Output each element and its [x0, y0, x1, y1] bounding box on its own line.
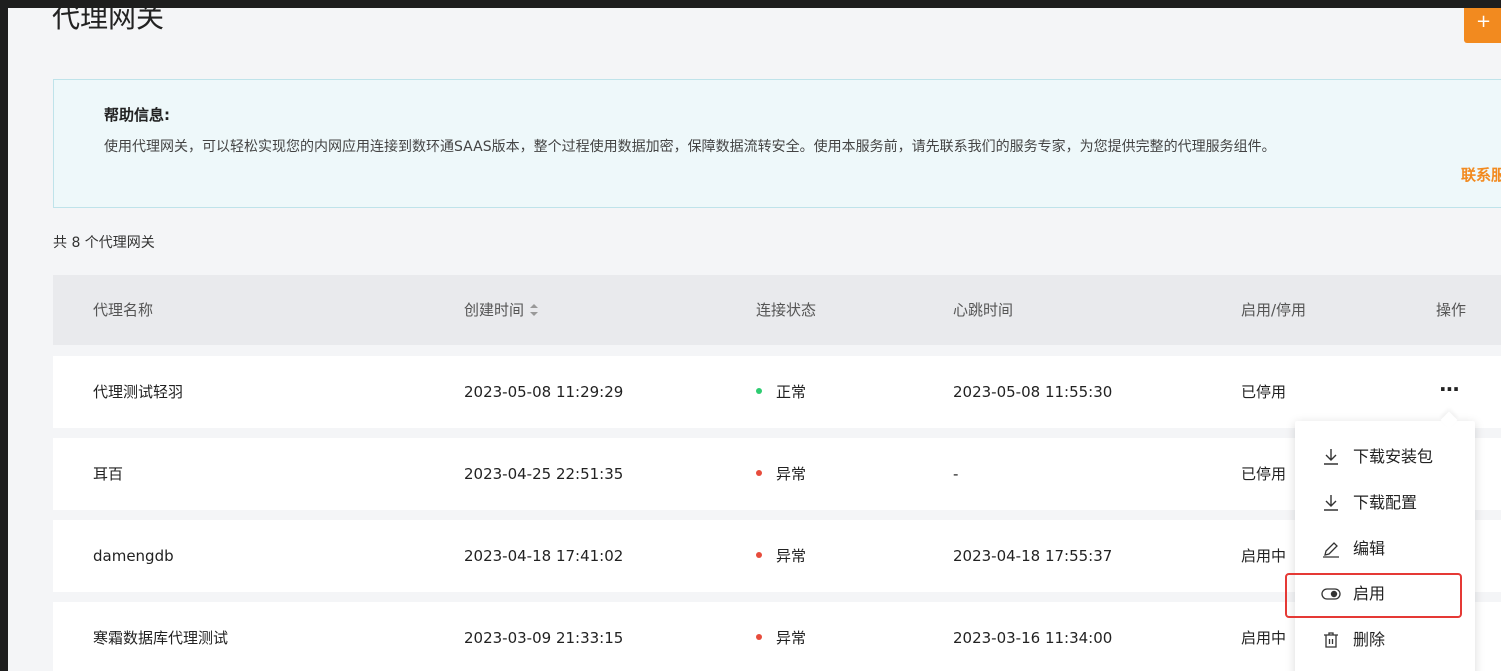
add-gateway-button[interactable]: +: [1464, 8, 1501, 43]
cell-heartbeat: 2023-03-16 11:34:00: [953, 629, 1113, 647]
cell-name: 代理测试轻羽: [93, 383, 184, 401]
cell-enabled: 启用中: [1241, 629, 1287, 647]
column-header-heartbeat: 心跳时间: [953, 301, 1014, 319]
cell-enabled: 已停用: [1241, 383, 1287, 401]
column-header-actions: 操作: [1436, 301, 1467, 319]
status-dot: [756, 469, 762, 476]
cell-created: 2023-04-18 17:41:02: [464, 547, 624, 565]
sort-icon[interactable]: [530, 303, 539, 316]
column-header-name: 代理名称: [93, 301, 154, 319]
contact-service-link[interactable]: 联系服: [1461, 164, 1501, 185]
table-row[interactable]: damengdb 2023-04-18 17:41:02 异常 2023-04-18 …: [53, 520, 1501, 592]
table-row[interactable]: 代理测试轻羽 2023-05-08 11:29:29 正常 2023-05-08 11…: [53, 356, 1501, 428]
pencil-icon: [1321, 526, 1341, 572]
column-header-enabled: 启用/停用: [1241, 301, 1307, 319]
cell-name: 耳百: [93, 465, 124, 483]
cell-created: 2023-03-09 21:33:15: [464, 629, 624, 647]
row-actions-dropdown: 下载安装包 下载配置 编辑 启用 删除: [1295, 421, 1475, 671]
cell-status: 异常: [756, 602, 806, 671]
cell-created: 2023-05-08 11:29:29: [464, 383, 624, 401]
status-dot: [756, 633, 762, 640]
cell-name: 寒霜数据库代理测试: [93, 629, 229, 647]
menu-item-download-package[interactable]: 下载安装包: [1295, 434, 1475, 480]
help-title: 帮助信息:: [104, 106, 170, 124]
table-row[interactable]: 寒霜数据库代理测试 2023-03-09 21:33:15 异常 2023-03-16…: [53, 602, 1501, 671]
status-text: 异常: [776, 629, 807, 647]
cell-created: 2023-04-25 22:51:35: [464, 465, 624, 483]
cell-status: 异常: [756, 438, 806, 510]
help-info-box: 帮助信息: 使用代理网关，可以轻松实现您的内网应用连接到数环通SAAS版本，整个…: [53, 79, 1501, 208]
trash-icon: [1321, 617, 1341, 663]
menu-item-download-config[interactable]: 下载配置: [1295, 480, 1475, 526]
status-dot: [756, 551, 762, 558]
status-text: 正常: [776, 383, 807, 401]
cell-status: 异常: [756, 520, 806, 592]
column-header-status: 连接状态: [756, 301, 817, 319]
cell-heartbeat: 2023-04-18 17:55:37: [953, 547, 1113, 565]
column-header-created[interactable]: 创建时间: [464, 275, 539, 345]
table-header: 代理名称 创建时间 连接状态 心跳时间 启用/停用 操作: [53, 275, 1501, 345]
screen: 代理网关 + 帮助信息: 使用代理网关，可以轻松实现您的内网应用连接到数环通SA…: [0, 0, 1501, 671]
download-icon: [1321, 434, 1341, 480]
status-text: 异常: [776, 547, 807, 565]
menu-item-delete[interactable]: 删除: [1295, 617, 1475, 663]
status-text: 异常: [776, 465, 807, 483]
cell-enabled: 启用中: [1241, 547, 1287, 565]
status-dot: [756, 387, 762, 394]
page-title: 代理网关: [52, 8, 165, 34]
table-row[interactable]: 耳百 2023-04-25 22:51:35 异常 - 已停用: [53, 438, 1501, 510]
content-panel: 代理网关 + 帮助信息: 使用代理网关，可以轻松实现您的内网应用连接到数环通SA…: [8, 8, 1501, 671]
enable-option-highlight: [1285, 573, 1462, 618]
gateway-count: 共 8 个代理网关: [53, 235, 155, 251]
cell-name: damengdb: [93, 547, 174, 565]
cell-status: 正常: [756, 356, 806, 428]
menu-item-edit[interactable]: 编辑: [1295, 526, 1475, 572]
cell-heartbeat: 2023-05-08 11:55:30: [953, 383, 1113, 401]
help-body: 使用代理网关，可以轻松实现您的内网应用连接到数环通SAAS版本，整个过程使用数据…: [104, 139, 1276, 155]
cell-enabled: 已停用: [1241, 465, 1287, 483]
cell-heartbeat: -: [953, 465, 959, 483]
download-icon: [1321, 480, 1341, 526]
